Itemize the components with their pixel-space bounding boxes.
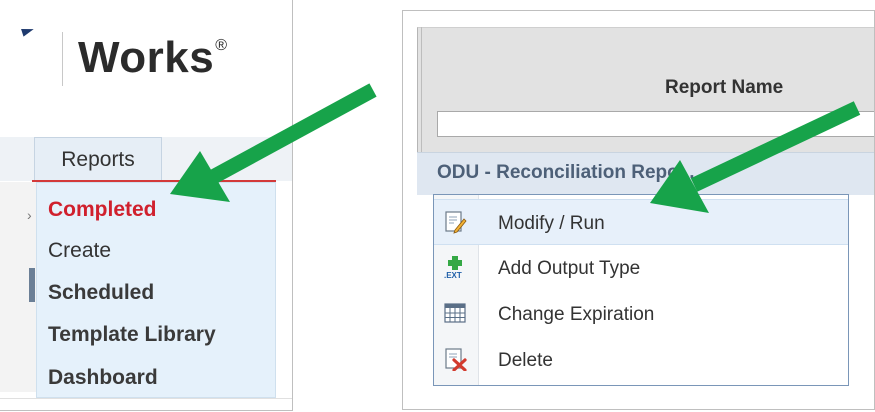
ext-label: .EXT xyxy=(444,271,462,279)
background-row-fragment xyxy=(29,268,35,302)
menu-item-dashboard[interactable]: Dashboard xyxy=(48,367,158,388)
registered-mark: ® xyxy=(215,37,228,54)
right-screenshot-panel: Report Name ODU - Reconciliation Repo...… xyxy=(402,10,875,410)
brand-name: Works xyxy=(78,33,215,82)
edit-document-icon xyxy=(445,211,467,234)
grid-header-edge xyxy=(421,27,422,160)
context-item-change-expiration[interactable]: Change Expiration xyxy=(434,291,848,337)
context-item-delete[interactable]: Delete xyxy=(434,337,848,383)
menu-item-scheduled[interactable]: Scheduled xyxy=(48,282,154,303)
context-item-label: Change Expiration xyxy=(498,304,655,325)
brand-mark-icon xyxy=(21,25,35,37)
tab-reports[interactable]: Reports xyxy=(34,137,162,181)
reports-dropdown-menu: Completed Create Scheduled Template Libr… xyxy=(36,182,276,398)
tab-reports-label: Reports xyxy=(61,147,135,171)
brand-logo: Works® xyxy=(78,36,227,80)
context-item-label: Delete xyxy=(498,350,553,371)
context-item-add-output-type[interactable]: .EXT Add Output Type xyxy=(434,245,848,291)
calendar-grid-icon xyxy=(444,303,466,323)
divider xyxy=(0,398,292,399)
chevron-right-icon: › xyxy=(27,207,32,223)
grid-header xyxy=(417,27,874,161)
menu-item-completed[interactable]: Completed xyxy=(48,199,157,220)
add-extension-icon: .EXT xyxy=(444,256,462,279)
left-screenshot-panel: Works® Reports › Completed Create Schedu… xyxy=(0,0,293,411)
report-context-menu: Modify / Run .EXT Add Output Type Change… xyxy=(433,194,849,386)
delete-document-icon xyxy=(445,348,467,371)
context-item-modify-run[interactable]: Modify / Run xyxy=(434,199,848,245)
menu-item-create[interactable]: Create xyxy=(48,240,111,261)
context-item-label: Modify / Run xyxy=(498,213,605,234)
logo-divider xyxy=(62,32,63,86)
report-name-filter-input[interactable] xyxy=(437,111,874,137)
context-item-label: Add Output Type xyxy=(498,258,641,279)
report-name-cell[interactable]: ODU - Reconciliation Repo... xyxy=(437,162,695,184)
menu-item-template-library[interactable]: Template Library xyxy=(48,324,216,345)
column-header-report-name[interactable]: Report Name xyxy=(665,77,783,99)
